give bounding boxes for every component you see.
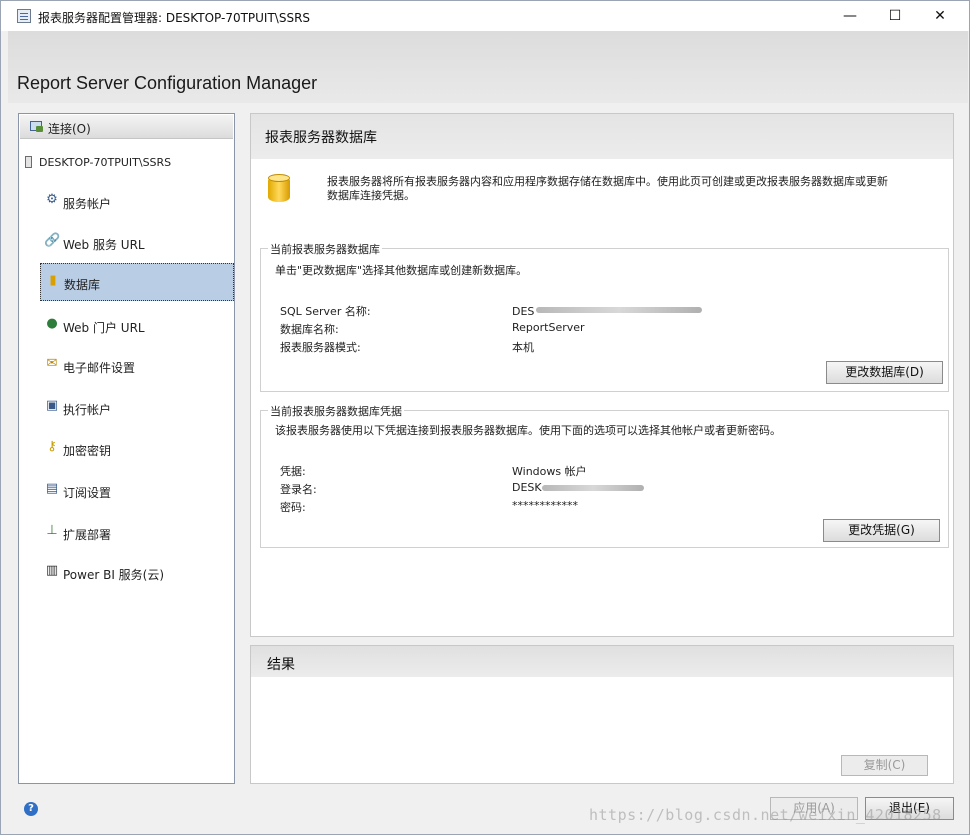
sidebar-item-scale-out-deployment[interactable]: ⊥ 扩展部署 <box>40 514 234 552</box>
password-label: 密码: <box>280 501 306 514</box>
sidebar-item-label: 加密密钥 <box>63 444 112 458</box>
copy-button[interactable]: 复制(C) <box>841 755 928 776</box>
minimize-button[interactable]: — <box>827 1 873 31</box>
redaction <box>536 307 702 313</box>
report-server-mode-label: 报表服务器模式: <box>280 341 361 354</box>
sidebar-item-label: Power BI 服务(云) <box>63 568 165 582</box>
sidebar-item-database[interactable]: ▮ 数据库 <box>40 263 234 301</box>
current-database-group: 当前报表服务器数据库 单击"更改数据库"选择其他数据库或创建新数据库。 SQL … <box>260 241 949 392</box>
close-button[interactable]: ✕ <box>917 1 963 31</box>
group-legend: 当前报表服务器数据库凭据 <box>268 403 404 419</box>
group-description: 该报表服务器使用以下凭据连接到报表服务器数据库。使用下面的选项可以选择其他帐户或… <box>275 424 781 437</box>
group-legend: 当前报表服务器数据库 <box>268 241 382 257</box>
page-description: 报表服务器将所有报表服务器内容和应用程序数据存储在数据库中。使用此页可创建或更改… <box>327 175 888 202</box>
page-title: 报表服务器数据库 <box>265 130 377 146</box>
execution-account-icon: ▣ <box>45 398 59 413</box>
sidebar-item-label: 执行帐户 <box>63 403 112 417</box>
sidebar: 连接(O) DESKTOP-70TPUIT\SSRS ⚙ 服务帐户 🔗 Web … <box>18 113 235 784</box>
credentials-group: 当前报表服务器数据库凭据 该报表服务器使用以下凭据连接到报表服务器数据库。使用下… <box>260 403 949 548</box>
server-node[interactable]: DESKTOP-70TPUIT\SSRS <box>25 156 171 169</box>
help-icon[interactable]: ? <box>24 802 38 816</box>
key-icon: ⚷ <box>47 439 57 454</box>
email-icon: ✉ <box>46 356 58 371</box>
results-title: 结果 <box>267 657 295 673</box>
sidebar-item-label: 数据库 <box>64 278 101 292</box>
sidebar-item-web-portal-url[interactable]: ● Web 门户 URL <box>40 307 234 345</box>
database-icon <box>268 174 290 204</box>
sidebar-item-service-account[interactable]: ⚙ 服务帐户 <box>40 183 234 221</box>
web-service-url-icon: 🔗 <box>44 233 61 248</box>
sidebar-item-execution-account[interactable]: ▣ 执行帐户 <box>40 389 234 427</box>
sql-server-name-label: SQL Server 名称: <box>280 305 371 318</box>
server-name: DESKTOP-70TPUIT\SSRS <box>39 156 172 169</box>
sidebar-item-label: 扩展部署 <box>63 528 112 542</box>
credential-type-value: Windows 帐户 <box>512 465 587 478</box>
service-account-icon: ⚙ <box>46 192 58 207</box>
sidebar-item-label: Web 门户 URL <box>63 321 145 335</box>
page-header: 报表服务器数据库 <box>251 114 953 159</box>
window-title: 报表服务器配置管理器: DESKTOP-70TPUIT\SSRS <box>38 11 311 25</box>
app-window: 报表服务器配置管理器: DESKTOP-70TPUIT\SSRS — ☐ ✕ R… <box>0 0 970 835</box>
power-bi-icon: ▥ <box>45 563 59 578</box>
connect-icon <box>29 119 45 133</box>
header-banner: Report Server Configuration Manager <box>8 31 968 103</box>
sidebar-item-email-settings[interactable]: ✉ 电子邮件设置 <box>40 347 234 385</box>
sidebar-item-web-service-url[interactable]: 🔗 Web 服务 URL <box>40 224 234 262</box>
watermark: https://blog.csdn.net/weixin_42018258 <box>589 806 942 824</box>
password-value: ************ <box>512 499 578 512</box>
connect-button[interactable]: 连接(O) <box>20 115 233 139</box>
report-server-mode-value: 本机 <box>512 341 534 354</box>
change-credentials-button[interactable]: 更改凭据(G) <box>823 519 940 542</box>
login-label: 登录名: <box>280 483 317 496</box>
globe-icon: ● <box>46 316 58 331</box>
group-description: 单击"更改数据库"选择其他数据库或创建新数据库。 <box>275 264 528 277</box>
change-database-button[interactable]: 更改数据库(D) <box>826 361 943 384</box>
sql-server-name-value: DES <box>512 305 535 318</box>
database-page: 报表服务器数据库 报表服务器将所有报表服务器内容和应用程序数据存储在数据库中。使… <box>250 113 954 637</box>
credential-type-label: 凭据: <box>280 465 306 478</box>
database-icon: ▮ <box>49 273 57 288</box>
server-icon <box>25 156 32 168</box>
app-heading: Report Server Configuration Manager <box>17 73 318 93</box>
login-value: DESK <box>512 481 542 494</box>
sidebar-item-encryption-keys[interactable]: ⚷ 加密密钥 <box>40 430 234 468</box>
results-header: 结果 <box>251 646 953 677</box>
database-name-value: ReportServer <box>512 321 585 334</box>
sidebar-item-label: 服务帐户 <box>63 197 112 211</box>
subscription-icon: ▤ <box>45 481 59 496</box>
sidebar-item-label: 订阅设置 <box>63 486 112 500</box>
sidebar-item-subscription-settings[interactable]: ▤ 订阅设置 <box>40 472 234 510</box>
sidebar-item-label: 电子邮件设置 <box>63 361 136 375</box>
scale-out-icon: ⊥ <box>46 523 58 538</box>
report-server-app-icon <box>17 9 31 23</box>
maximize-button[interactable]: ☐ <box>872 1 918 31</box>
database-name-label: 数据库名称: <box>280 323 339 336</box>
sidebar-item-power-bi[interactable]: ▥ Power BI 服务(云) <box>40 554 234 592</box>
redaction <box>542 485 644 491</box>
title-bar: 报表服务器配置管理器: DESKTOP-70TPUIT\SSRS — ☐ ✕ <box>1 1 969 31</box>
connect-label: 连接(O) <box>48 122 91 136</box>
sidebar-item-label: Web 服务 URL <box>63 238 145 252</box>
results-panel: 结果 复制(C) <box>250 645 954 784</box>
